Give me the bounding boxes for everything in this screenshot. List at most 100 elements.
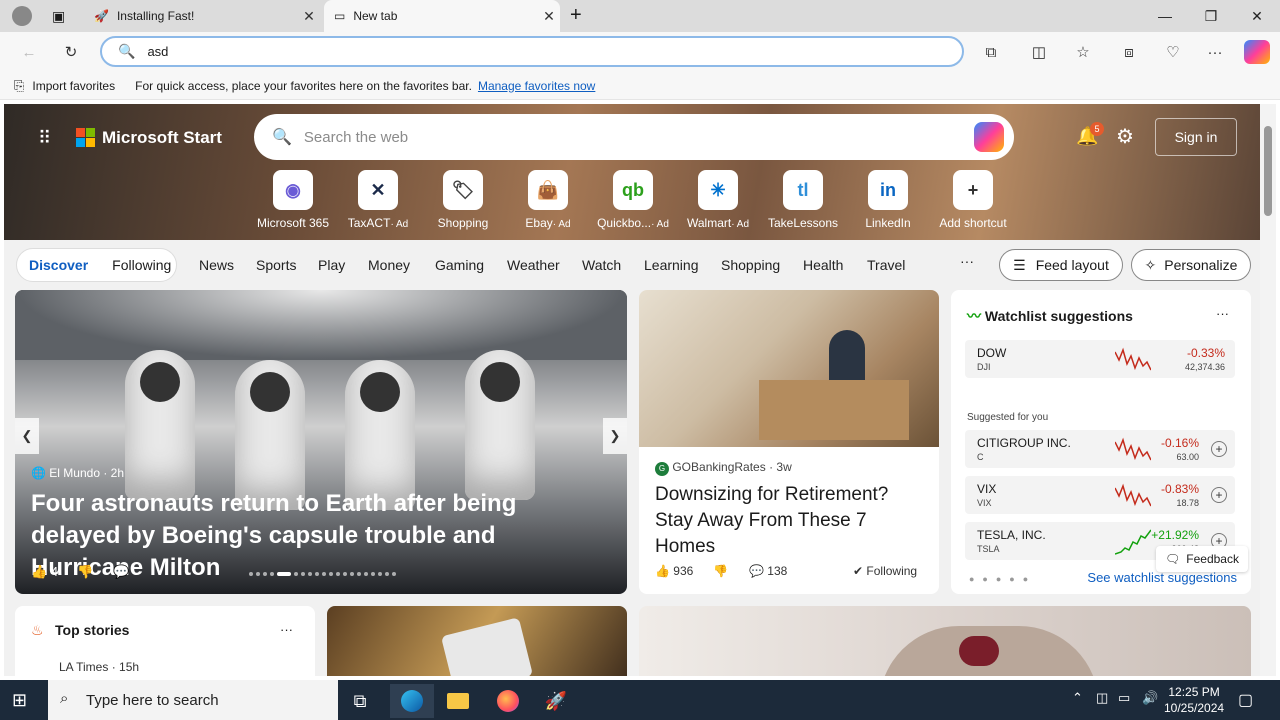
extensions-icon[interactable]: ⧉ (978, 40, 1004, 64)
close-tab-icon[interactable]: ✕ (298, 8, 320, 25)
carousel-dot[interactable] (364, 572, 368, 576)
watchlist-dots[interactable]: ●●●●● (969, 574, 1036, 584)
sign-in-button[interactable]: Sign in (1155, 118, 1237, 156)
manage-favorites-link[interactable]: Manage favorites now (478, 79, 595, 93)
nav-weather[interactable]: Weather (507, 257, 560, 273)
edge-app-icon[interactable] (390, 684, 434, 718)
copilot-search-icon[interactable] (974, 122, 1004, 152)
carousel-dot[interactable] (329, 572, 333, 576)
gear-icon[interactable]: ⚙ (1116, 124, 1134, 149)
tray-chevron-icon[interactable]: ⌃ (1072, 690, 1083, 706)
nav-money[interactable]: Money (368, 257, 410, 273)
carousel-dot[interactable] (256, 572, 260, 576)
carousel-dot[interactable] (301, 572, 305, 576)
browser-essentials-icon[interactable]: ♡ (1160, 40, 1186, 64)
refresh-icon[interactable]: ↻ (58, 40, 84, 64)
carousel-dot[interactable] (343, 572, 347, 576)
watchlist-more-button[interactable]: ··· (1216, 306, 1229, 321)
copilot-icon[interactable] (1244, 40, 1270, 64)
microsoft-start-logo[interactable]: Microsoft Start (76, 128, 222, 148)
tab-installing[interactable]: 🚀 Installing Fast! ✕ (84, 0, 320, 32)
nav-watch[interactable]: Watch (582, 257, 621, 273)
nav-gaming[interactable]: Gaming (435, 257, 484, 273)
previous-slide-icon[interactable]: ❮ (15, 418, 39, 454)
taskbar-clock[interactable]: 12:25 PM 10/25/2024 (1164, 684, 1224, 716)
top-stories-more-button[interactable]: ··· (280, 622, 293, 637)
thumbs-down-icon[interactable]: 👎 (77, 564, 93, 580)
maximize-button[interactable]: ❐ (1188, 0, 1234, 32)
close-window-button[interactable]: ✕ (1234, 0, 1280, 32)
carousel-dot[interactable] (357, 572, 361, 576)
web-search-input[interactable]: Search the web (304, 129, 408, 146)
see-watchlist-link[interactable]: See watchlist suggestions (1087, 570, 1237, 585)
minimize-button[interactable]: — (1142, 0, 1188, 32)
story-card[interactable]: G GOBankingRates · 3w Downsizing for Ret… (639, 290, 939, 594)
carousel-dot[interactable] (350, 572, 354, 576)
carousel-dots[interactable] (249, 572, 396, 576)
carousel-dot[interactable] (263, 572, 267, 576)
following-button[interactable]: ✔ Following (853, 564, 917, 578)
shortcut-walmart[interactable]: ✳ Walmart· Ad (675, 170, 761, 230)
top-story-source[interactable]: LA Times · 15h (59, 660, 139, 674)
story-title[interactable]: Downsizing for Retirement? Stay Away Fro… (655, 482, 925, 560)
nav-play[interactable]: Play (318, 257, 345, 273)
tab-actions-icon[interactable]: ▣ (52, 8, 65, 25)
carousel-dot[interactable] (378, 572, 382, 576)
new-tab-button[interactable]: + (570, 4, 582, 27)
nav-shopping[interactable]: Shopping (721, 257, 780, 273)
tab-new-tab[interactable]: ▭ New tab ✕ (324, 0, 560, 32)
shortcut-linkedin[interactable]: in LinkedIn (845, 170, 931, 230)
split-screen-icon[interactable]: ◫ (1026, 40, 1052, 64)
feed-layout-button[interactable]: ☰ Feed layout (999, 249, 1123, 281)
carousel-dot[interactable] (308, 572, 312, 576)
shortcut-quickbooks[interactable]: qb Quickbo...· Ad (590, 170, 676, 230)
carousel-dot[interactable] (385, 572, 389, 576)
collections-icon[interactable]: ⧈ (1116, 40, 1142, 64)
shortcut-m365[interactable]: ◉ Microsoft 365 (250, 170, 336, 230)
suggestion-row[interactable]: VIX VIX -0.83% 18.78 + (965, 476, 1235, 514)
scrollbar-thumb[interactable] (1264, 126, 1272, 216)
carousel-dot[interactable] (315, 572, 319, 576)
next-slide-icon[interactable]: ❯ (603, 418, 627, 454)
shortcut-shopping-tag[interactable]: 🏷 Shopping (420, 170, 506, 230)
nav-news[interactable]: News (199, 257, 234, 273)
carousel-dot[interactable] (294, 572, 298, 576)
notification-center-icon[interactable]: ▢ (1238, 690, 1253, 710)
firefox-icon[interactable] (486, 684, 530, 718)
address-input[interactable]: asd (147, 44, 168, 59)
tab-following[interactable]: Following (100, 257, 183, 273)
task-view-icon[interactable]: ⧉ (338, 684, 382, 718)
address-bar[interactable]: 🔍 asd (100, 36, 964, 67)
tray-app-icon[interactable]: ◫ (1096, 690, 1108, 706)
shortcut-ebay-bag[interactable]: 👜 Ebay· Ad (505, 170, 591, 230)
nav-travel[interactable]: Travel (867, 257, 905, 273)
windows-start-icon[interactable]: ⊞ (12, 690, 27, 711)
profile-avatar[interactable] (12, 6, 32, 26)
taskbar-search[interactable]: ⌕ Type here to search (48, 680, 338, 720)
like-button[interactable]: 👍 936 (655, 564, 693, 578)
add-to-watchlist-icon[interactable]: + (1211, 441, 1227, 457)
tab-discover[interactable]: Discover (17, 257, 100, 273)
personalize-button[interactable]: ✧ Personalize (1131, 249, 1251, 281)
shortcut-taxact[interactable]: ✕ TaxACT· Ad (335, 170, 421, 230)
rocket-app-icon[interactable]: 🚀 (534, 684, 578, 718)
carousel-dot[interactable] (371, 572, 375, 576)
food-story-card[interactable] (639, 606, 1251, 676)
nav-sports[interactable]: Sports (256, 257, 296, 273)
index-row[interactable]: DOW DJI -0.33% 42,374.36 (965, 340, 1235, 378)
suggestion-row[interactable]: CITIGROUP INC. C -0.16% 63.00 + (965, 430, 1235, 468)
settings-menu-icon[interactable]: ··· (1202, 40, 1228, 64)
taskbar-search-input[interactable]: Type here to search (86, 692, 219, 709)
carousel-dot[interactable] (336, 572, 340, 576)
hero-story-card[interactable]: ❮ ❯ 🌐 El Mundo · 2h Four astronauts retu… (15, 290, 627, 594)
app-launcher-icon[interactable]: ⠿ (38, 128, 51, 149)
carousel-dot[interactable] (270, 572, 274, 576)
carousel-dot[interactable] (322, 572, 326, 576)
carousel-dot[interactable] (249, 572, 253, 576)
carousel-dot[interactable] (277, 572, 291, 576)
back-icon[interactable]: ← (16, 40, 42, 64)
import-favorites-button[interactable]: Import favorites (32, 79, 115, 93)
shortcut-takelessons[interactable]: tl TakeLessons (760, 170, 846, 230)
comment-icon[interactable]: 💬 (113, 564, 129, 580)
story-source[interactable]: 🌐 El Mundo · 2h (31, 466, 124, 480)
